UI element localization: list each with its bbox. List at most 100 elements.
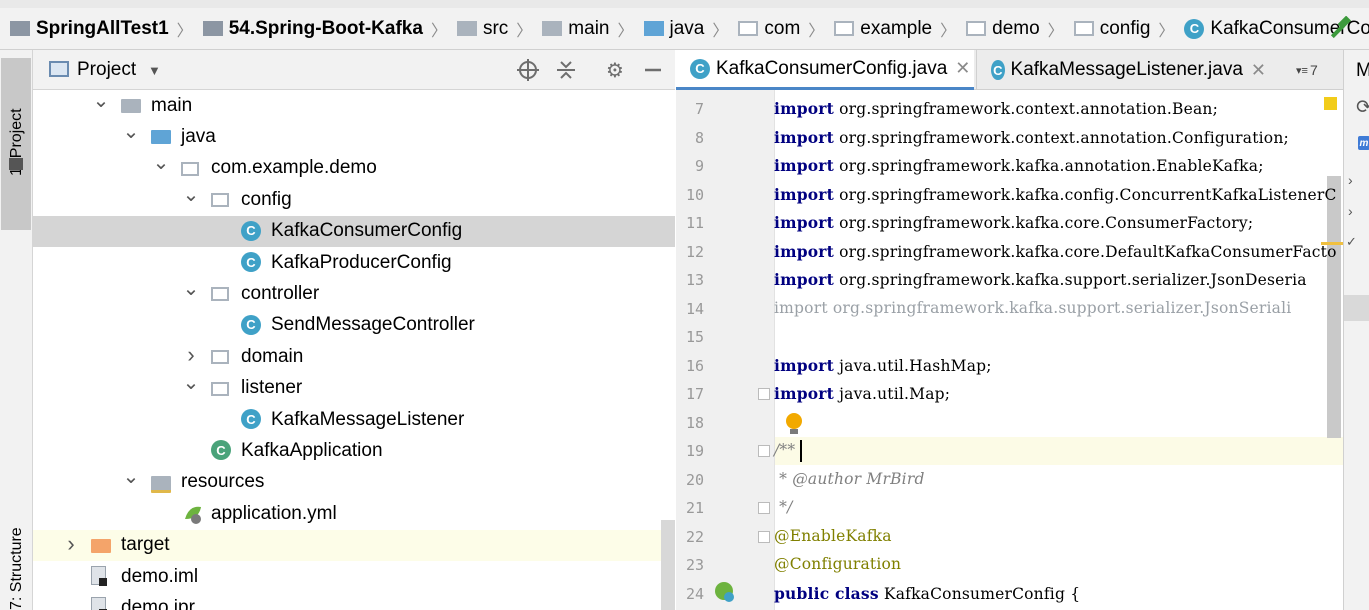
fold-marker-icon[interactable] (758, 388, 770, 400)
breadcrumb-item[interactable]: src 〉 (447, 8, 532, 50)
tree-item[interactable]: demo.ipr (33, 592, 675, 610)
tab-structure[interactable]: 7: Structure (8, 527, 26, 610)
expand-arrow-icon[interactable]: › (1348, 203, 1353, 219)
project-view-icon (49, 61, 69, 77)
code-line[interactable]: import org.springframework.kafka.core.Co… (774, 213, 1253, 232)
tree-scrollbar[interactable] (661, 520, 675, 610)
refresh-icon[interactable]: ⟳ (1356, 96, 1369, 119)
tree-item[interactable]: C SendMessageController (33, 310, 675, 341)
locate-crosshair-icon[interactable] (516, 58, 540, 82)
tree-item-label: KafkaApplication (241, 439, 383, 461)
breadcrumb-item[interactable]: SpringAllTest1 〉 (0, 8, 193, 50)
code-text: java.util.HashMap; (834, 356, 992, 375)
package-icon (1073, 21, 1094, 36)
tree-item[interactable]: ⌄ com.example.demo (33, 152, 675, 184)
breadcrumb-item[interactable]: main 〉 (532, 8, 634, 50)
editor-scrollbar[interactable] (1327, 176, 1341, 438)
chevron-down-icon[interactable]: ⌄ (123, 466, 140, 488)
annotation-text: @EnableKafka (774, 526, 892, 545)
package-icon (211, 378, 233, 400)
module-folder-icon (10, 21, 30, 36)
tree-item[interactable]: ⌄ java (33, 121, 675, 152)
breadcrumb-item[interactable]: 54.Spring-Boot-Kafka 〉 (193, 8, 447, 50)
tab-project[interactable]: 1: Project (1, 58, 31, 230)
chevron-right-icon[interactable]: › (183, 342, 199, 367)
annotation-text: @Configuration (774, 555, 902, 573)
breadcrumb-separator-icon: 〉 (617, 22, 634, 40)
fold-marker-icon[interactable] (758, 445, 770, 457)
warning-marker-icon[interactable] (1324, 97, 1337, 110)
breadcrumb-item[interactable]: java 〉 (634, 8, 728, 50)
code-line[interactable]: @EnableKafka (774, 527, 892, 545)
code-line[interactable]: import org.springframework.kafka.config.… (774, 185, 1337, 204)
breadcrumb-item[interactable]: example 〉 (824, 8, 956, 50)
code-line[interactable]: public class KafkaConsumerConfig { (774, 584, 1080, 603)
expand-arrow-icon[interactable]: › (1348, 172, 1353, 188)
chevron-down-icon[interactable]: ⌄ (123, 121, 140, 143)
gear-icon[interactable]: ⚙ (603, 58, 627, 82)
code-line[interactable]: import org.springframework.context.annot… (774, 128, 1289, 147)
tab-overflow-button[interactable]: ▾≡ 7 (1296, 50, 1341, 90)
chevron-down-icon[interactable]: ⌄ (183, 184, 200, 206)
fold-marker-icon[interactable] (758, 530, 770, 543)
tree-item-label: listener (241, 377, 303, 399)
code-line[interactable]: import org.springframework.kafka.support… (774, 299, 1291, 317)
breadcrumb-item[interactable]: com 〉 (728, 8, 824, 50)
code-line[interactable]: /** (774, 441, 795, 459)
tree-item[interactable]: ⌄ resources (33, 466, 675, 498)
tree-item[interactable]: C KafkaMessageListener (33, 404, 675, 435)
minimize-icon[interactable] (641, 58, 665, 82)
breadcrumb-item[interactable]: demo 〉 (956, 8, 1064, 50)
breadcrumb-separator-icon: 〉 (808, 22, 825, 40)
resources-folder-icon (151, 472, 173, 494)
code-text: java.util.Map; (834, 385, 951, 403)
chevron-right-icon[interactable]: › (63, 531, 79, 556)
spring-bean-icon[interactable] (713, 580, 737, 604)
tree-item[interactable]: C KafkaConsumerConfig (33, 215, 675, 247)
tree-item[interactable]: C KafkaApplication (33, 435, 675, 466)
maven-tab-label[interactable]: M (1356, 60, 1369, 82)
tree-item[interactable]: ⌄ controller (33, 278, 675, 309)
code-line[interactable]: */ (774, 498, 793, 516)
breadcrumb-label: SpringAllTest1 (36, 17, 169, 39)
code-line[interactable]: @Configuration (774, 555, 901, 573)
tree-item[interactable]: › domain (33, 341, 675, 372)
breadcrumb-label: java (669, 17, 705, 39)
chevron-down-icon[interactable]: ⌄ (183, 372, 200, 394)
tree-item[interactable]: demo.iml (33, 561, 675, 592)
tree-item[interactable]: ⌄ main (33, 90, 675, 121)
build-hammer-icon[interactable] (1327, 16, 1353, 42)
close-icon[interactable]: ✕ (1251, 60, 1266, 81)
tree-item[interactable]: ⌄ config (33, 184, 675, 215)
breadcrumb-separator-icon: 〉 (430, 22, 447, 40)
breadcrumb-item[interactable]: config 〉 (1064, 8, 1174, 50)
class-icon: C (991, 60, 1005, 80)
fold-marker-icon[interactable] (758, 502, 770, 514)
tab-kafka-consumer-config[interactable]: C KafkaConsumerConfig.java ✕ (676, 50, 974, 90)
close-icon[interactable]: ✕ (955, 58, 970, 79)
tree-item-label: controller (241, 282, 320, 304)
code-line[interactable]: * @author MrBird (774, 470, 925, 488)
lightbulb-icon[interactable] (784, 412, 804, 436)
chevron-down-icon[interactable]: ⌄ (153, 152, 170, 174)
chevron-down-icon[interactable]: ⌄ (93, 90, 110, 112)
tree-item[interactable]: ⌄ listener (33, 372, 675, 404)
tree-item[interactable]: C KafkaProducerConfig (33, 247, 675, 278)
project-panel-title[interactable]: Project (77, 59, 136, 81)
code-line[interactable]: import java.util.HashMap; (774, 356, 992, 375)
code-line[interactable]: import java.util.Map; (774, 384, 950, 403)
maven-tree-selection (1344, 295, 1369, 321)
package-icon (211, 283, 233, 305)
collapse-all-icon[interactable] (554, 58, 578, 82)
code-line[interactable]: import org.springframework.kafka.support… (774, 270, 1307, 289)
tree-item-label: application.yml (211, 502, 337, 524)
code-line[interactable]: import org.springframework.kafka.core.De… (774, 242, 1337, 261)
code-line[interactable]: import org.springframework.context.annot… (774, 99, 1218, 118)
tree-item[interactable]: application.yml (33, 498, 675, 529)
tree-item[interactable]: › target (33, 529, 675, 561)
code-line[interactable]: import org.springframework.kafka.annotat… (774, 156, 1264, 175)
chevron-down-icon[interactable]: ▼ (148, 63, 161, 78)
chevron-down-icon[interactable]: ⌄ (183, 278, 200, 300)
code-editor[interactable]: 7 8 9 10 11 12 13 14 15 16 17 18 19 20 21 22 23 24 import… (676, 90, 1343, 610)
tab-kafka-message-listener[interactable]: C KafkaMessageListener.java ✕ (976, 50, 1266, 90)
